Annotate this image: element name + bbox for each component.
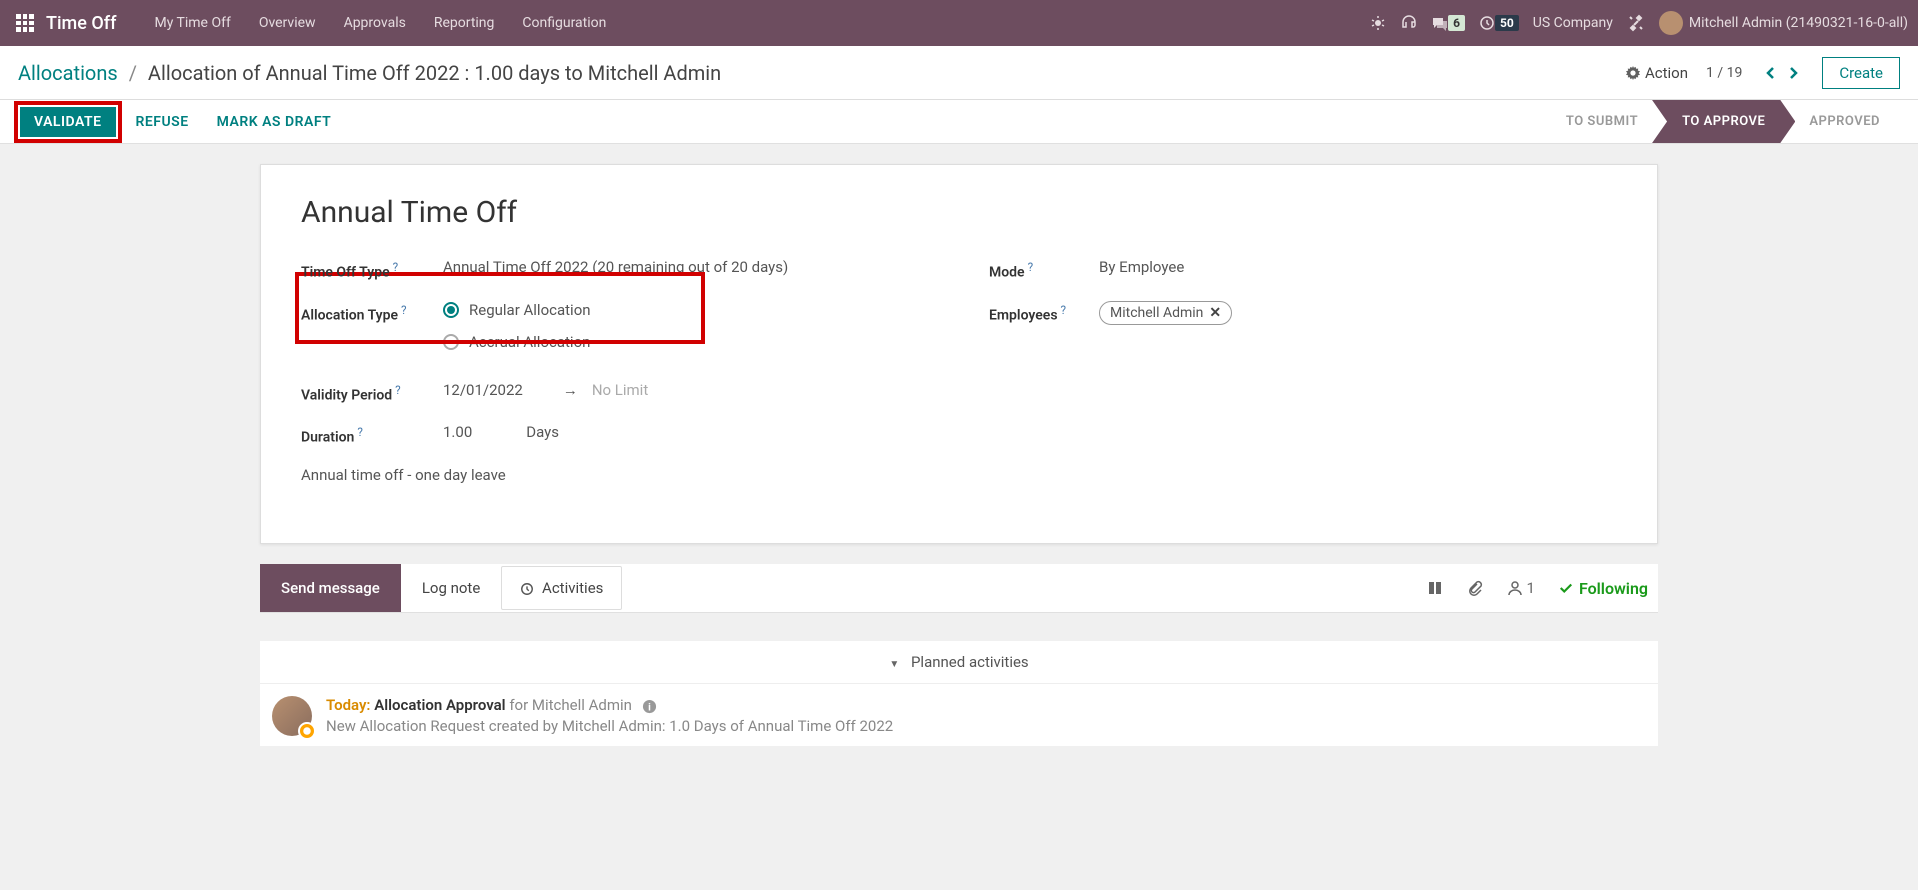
- description-text[interactable]: Annual time off - one day leave: [301, 466, 929, 484]
- activity-title[interactable]: Allocation Approval: [374, 696, 505, 714]
- planned-activities-toggle[interactable]: Planned activities: [260, 641, 1658, 684]
- nav-approvals[interactable]: Approvals: [330, 15, 420, 31]
- clock-icon: [520, 582, 534, 596]
- help-icon[interactable]: ?: [395, 383, 401, 397]
- action-menu[interactable]: Action: [1626, 64, 1688, 82]
- activity-assignee: for Mitchell Admin: [509, 696, 632, 714]
- user-avatar: [1659, 11, 1683, 35]
- clock-count: 50: [1495, 15, 1519, 31]
- send-message-tab[interactable]: Send message: [260, 564, 401, 612]
- create-button[interactable]: Create: [1822, 57, 1900, 89]
- activity-type-icon: [298, 722, 316, 740]
- top-navbar: Time Off My Time Off Overview Approvals …: [0, 0, 1918, 46]
- bug-icon[interactable]: [1370, 15, 1386, 31]
- help-icon[interactable]: ?: [1028, 260, 1034, 274]
- svg-text:i: i: [648, 700, 651, 713]
- duration-unit: Days: [526, 423, 559, 441]
- right-column: Mode? By Employee Employees? Mitchell Ad…: [989, 258, 1617, 484]
- info-icon[interactable]: i: [642, 696, 657, 714]
- status-to-submit[interactable]: TO SUBMIT: [1542, 100, 1662, 143]
- pager-text[interactable]: 1 / 19: [1706, 65, 1742, 81]
- form-sheet: Annual Time Off Time Off Type? Annual Ti…: [260, 164, 1658, 544]
- validate-button[interactable]: VALIDATE: [20, 107, 116, 137]
- help-icon[interactable]: ?: [401, 303, 407, 317]
- log-note-tab[interactable]: Log note: [401, 564, 501, 612]
- time-off-type-label: Time Off Type?: [301, 258, 443, 281]
- mode-value[interactable]: By Employee: [1099, 258, 1617, 276]
- pager-next-button[interactable]: [1782, 58, 1804, 87]
- arrow-right-icon: →: [563, 381, 578, 399]
- following-button[interactable]: Following: [1559, 579, 1648, 598]
- messages-icon[interactable]: 6: [1432, 15, 1465, 31]
- company-switcher[interactable]: US Company: [1533, 15, 1613, 31]
- activity-summary: New Allocation Request created by Mitche…: [326, 717, 1618, 735]
- apps-icon[interactable]: [16, 14, 34, 32]
- user-icon: [1507, 580, 1523, 596]
- breadcrumb-separator: /: [129, 61, 137, 85]
- book-icon[interactable]: [1427, 580, 1443, 596]
- mark-as-draft-button[interactable]: MARK AS DRAFT: [203, 107, 346, 137]
- chatter: Send message Log note Activities 1 Follo…: [260, 564, 1658, 613]
- breadcrumb-root[interactable]: Allocations: [18, 61, 118, 85]
- user-name: Mitchell Admin (21490321-16-0-all): [1689, 15, 1908, 31]
- chatter-tabs: Send message Log note Activities 1 Follo…: [260, 564, 1658, 613]
- support-icon[interactable]: [1400, 14, 1418, 32]
- pager-prev-button[interactable]: [1760, 58, 1782, 87]
- help-icon[interactable]: ?: [393, 260, 399, 274]
- status-approved[interactable]: APPROVED: [1785, 100, 1904, 143]
- form-title: Annual Time Off: [301, 195, 1617, 230]
- check-icon: [1559, 581, 1573, 595]
- refuse-button[interactable]: REFUSE: [122, 107, 203, 137]
- button-row: VALIDATE REFUSE MARK AS DRAFT TO SUBMIT …: [0, 100, 1918, 144]
- employee-tag[interactable]: Mitchell Admin ✕: [1099, 301, 1232, 325]
- user-menu[interactable]: Mitchell Admin (21490321-16-0-all): [1659, 11, 1908, 35]
- nav-configuration[interactable]: Configuration: [508, 15, 620, 31]
- tools-icon[interactable]: [1627, 14, 1645, 32]
- attachment-icon[interactable]: [1467, 580, 1483, 596]
- chevron-left-icon: [1766, 66, 1776, 80]
- nav-overview[interactable]: Overview: [245, 15, 330, 31]
- tag-remove-icon[interactable]: ✕: [1209, 305, 1221, 321]
- status-bar: TO SUBMIT TO APPROVE APPROVED: [1542, 100, 1904, 143]
- highlight-validate: VALIDATE: [14, 101, 122, 143]
- duration-value[interactable]: 1.00: [443, 423, 472, 441]
- chevron-right-icon: [1788, 66, 1798, 80]
- clock-icon[interactable]: 50: [1479, 15, 1519, 31]
- app-name[interactable]: Time Off: [46, 13, 116, 34]
- activity-due: Today:: [326, 696, 371, 714]
- breadcrumb: Allocations / Allocation of Annual Time …: [18, 61, 721, 85]
- gear-icon: [1626, 66, 1640, 80]
- nav-my-time-off[interactable]: My Time Off: [140, 15, 244, 31]
- followers-button[interactable]: 1: [1507, 579, 1535, 597]
- help-icon[interactable]: ?: [357, 425, 363, 439]
- help-icon[interactable]: ?: [1061, 303, 1067, 317]
- activity-avatar[interactable]: [272, 696, 312, 736]
- activities-tab[interactable]: Activities: [501, 566, 622, 610]
- breadcrumb-bar: Allocations / Allocation of Annual Time …: [0, 46, 1918, 100]
- mode-label: Mode?: [989, 258, 1099, 281]
- employees-label: Employees?: [989, 301, 1099, 324]
- validity-to-value[interactable]: No Limit: [592, 381, 648, 399]
- activity-item: Today: Allocation Approval for Mitchell …: [260, 684, 1658, 746]
- status-to-approve[interactable]: TO APPROVE: [1652, 100, 1795, 143]
- breadcrumb-current: Allocation of Annual Time Off 2022 : 1.0…: [148, 61, 721, 85]
- validity-period-label: Validity Period?: [301, 381, 443, 404]
- duration-label: Duration?: [301, 423, 443, 446]
- nav-reporting[interactable]: Reporting: [420, 15, 509, 31]
- validity-from-value[interactable]: 12/01/2022: [443, 381, 523, 399]
- messages-count: 6: [1448, 15, 1465, 31]
- allocation-type-label: Allocation Type?: [301, 301, 443, 324]
